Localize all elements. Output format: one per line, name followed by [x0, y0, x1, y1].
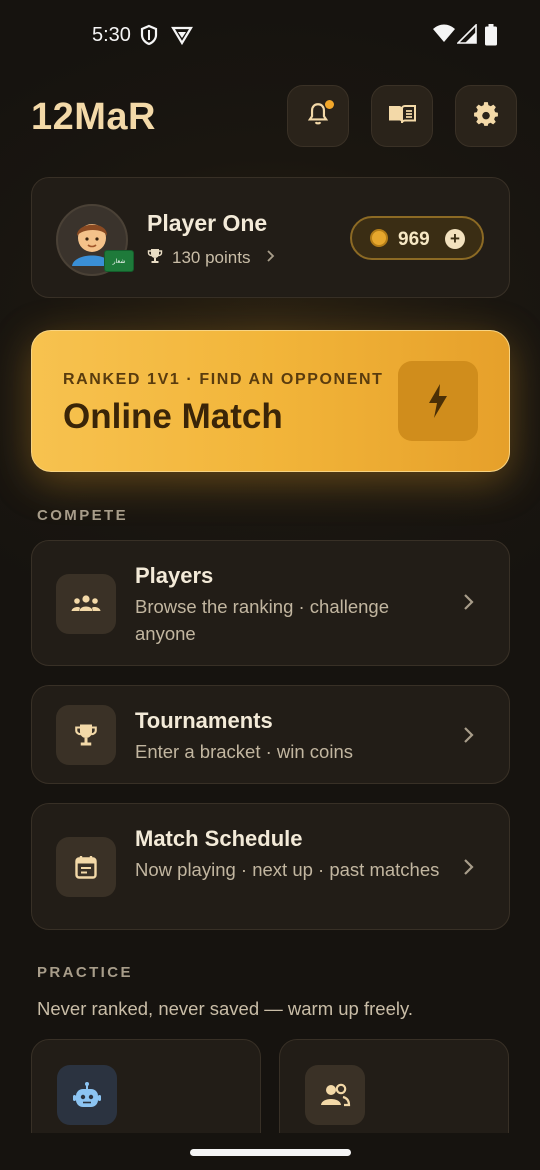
- profile-card[interactable]: شعار Player One 130 points 969 +: [31, 177, 510, 298]
- coin-value: 969: [398, 229, 430, 250]
- chevron-right-icon: [463, 593, 475, 617]
- compete-section-label: COMPETE: [37, 507, 128, 524]
- players-title: Players: [135, 563, 214, 588]
- online-match-title: Online Match: [63, 397, 283, 436]
- lightning-icon: [398, 361, 478, 441]
- shield-icon: [139, 24, 159, 51]
- home-indicator[interactable]: [190, 1149, 351, 1156]
- avatar: شعار: [56, 204, 134, 276]
- app-title: 12MaR: [31, 96, 156, 138]
- wifi-icon: [432, 24, 456, 49]
- vpn-icon: [171, 24, 193, 51]
- status-time: 5:30: [92, 24, 131, 46]
- chevron-right-icon: [266, 249, 276, 267]
- player-name: Player One: [147, 210, 268, 236]
- players-description: Browse the ranking · challenge anyone: [135, 596, 390, 644]
- match-schedule-description: Now playing · next up · past matches: [135, 859, 440, 880]
- rules-button[interactable]: [371, 85, 433, 147]
- tournaments-title: Tournaments: [135, 708, 273, 733]
- online-match-button[interactable]: RANKED 1V1 · FIND AN OPPONENT Online Mat…: [31, 330, 510, 472]
- gear-icon: [473, 101, 499, 132]
- tournaments-description: Enter a bracket · win coins: [135, 741, 353, 762]
- practice-description: Never ranked, never saved — warm up free…: [37, 998, 413, 1019]
- status-bar: 5:30: [0, 0, 540, 72]
- chevron-right-icon: [463, 858, 475, 882]
- notifications-button[interactable]: [287, 85, 349, 147]
- notification-dot: [325, 100, 334, 109]
- battery-icon: [485, 24, 497, 51]
- match-schedule-item[interactable]: Match Schedule Now playing · next up · p…: [31, 803, 510, 930]
- online-match-subtitle: RANKED 1V1 · FIND AN OPPONENT: [63, 371, 384, 388]
- signal-icon: [456, 23, 477, 49]
- trophy-icon: [147, 248, 163, 269]
- player-points[interactable]: 130 points: [172, 248, 250, 268]
- add-coins-icon[interactable]: +: [445, 229, 465, 249]
- country-flag: شعار: [104, 250, 134, 272]
- players-item[interactable]: Players Browse the ranking · challenge a…: [31, 540, 510, 666]
- coin-icon: [370, 229, 388, 247]
- tournaments-item[interactable]: Tournaments Enter a bracket · win coins: [31, 685, 510, 784]
- group-icon: [56, 574, 116, 634]
- people-icon: [305, 1065, 365, 1125]
- coin-balance[interactable]: 969 +: [350, 216, 484, 260]
- trophy-icon: [56, 705, 116, 765]
- chevron-right-icon: [463, 726, 475, 750]
- calendar-icon: [56, 837, 116, 897]
- match-schedule-title: Match Schedule: [135, 826, 303, 851]
- robot-icon: [57, 1065, 117, 1125]
- practice-section-label: PRACTICE: [37, 964, 133, 981]
- book-icon: [387, 101, 417, 132]
- settings-button[interactable]: [455, 85, 517, 147]
